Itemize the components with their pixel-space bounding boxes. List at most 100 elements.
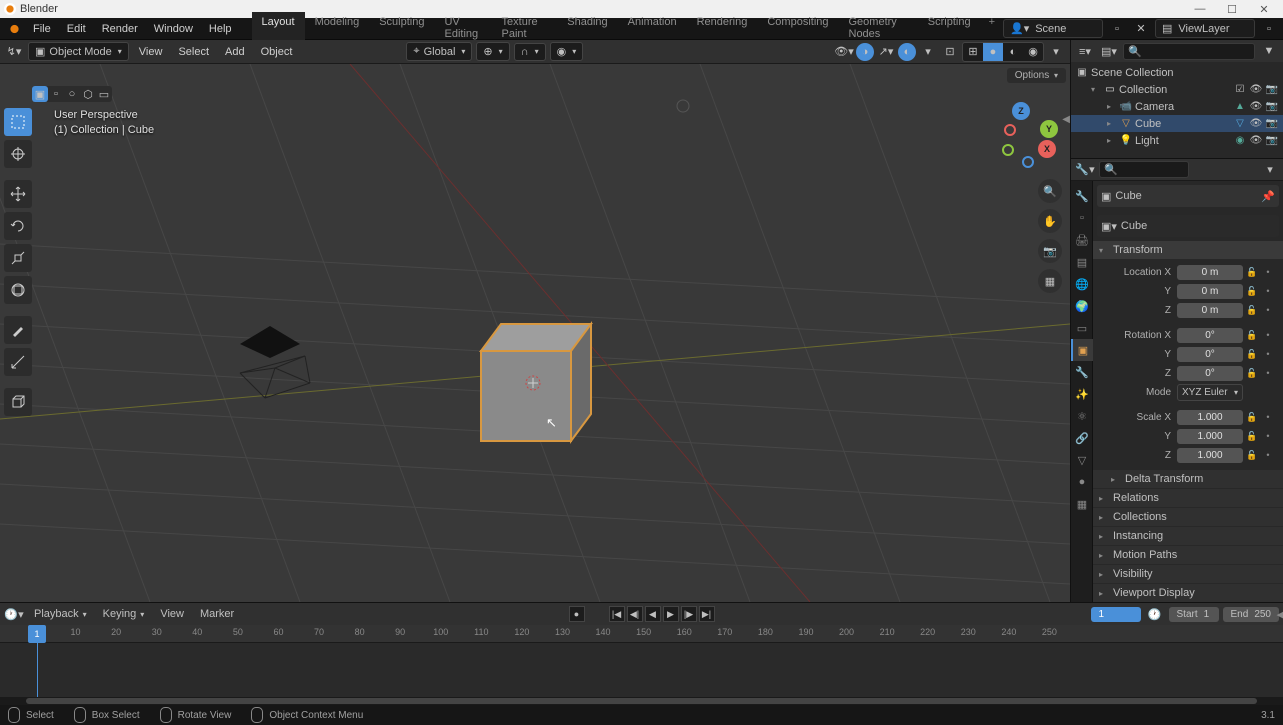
disclosure-triangle-icon[interactable]: ▸: [1107, 119, 1117, 128]
properties-editor-type-icon[interactable]: 🔧▾: [1075, 161, 1095, 179]
rotation-mode-select[interactable]: XYZ Euler▾: [1177, 384, 1243, 401]
menu-window[interactable]: Window: [146, 20, 201, 38]
preview-range-icon[interactable]: 🕐: [1145, 605, 1165, 623]
viewlayer-selector[interactable]: ▤ ViewLayer: [1155, 19, 1255, 38]
blender-icon[interactable]: [8, 22, 21, 36]
properties-search-input[interactable]: 🔍: [1099, 161, 1189, 178]
shading-solid-icon[interactable]: ●: [983, 43, 1003, 61]
play-reverse-icon[interactable]: ◀: [645, 606, 661, 622]
lock-icon[interactable]: 🔓: [1245, 347, 1259, 361]
select-mode-extend-icon[interactable]: ▭: [96, 86, 112, 102]
axis-y-icon[interactable]: Y: [1040, 120, 1058, 138]
panel-viewport-display[interactable]: ▸Viewport Display: [1093, 584, 1283, 602]
disclosure-triangle-icon[interactable]: ▾: [1091, 85, 1101, 94]
layer-new-icon[interactable]: ▫: [1259, 20, 1279, 38]
overlay-toggle-icon[interactable]: ◐: [898, 43, 916, 61]
cube-object[interactable]: ↖: [476, 319, 596, 449]
orientation-selector[interactable]: ⌖ Global ▾: [406, 42, 472, 61]
disclosure-triangle-icon[interactable]: ▸: [1107, 102, 1117, 111]
outliner-item-cube[interactable]: ▸ ▽ Cube ▽ 👁📷: [1071, 115, 1283, 132]
outliner-display-mode-icon[interactable]: ▤▾: [1099, 42, 1119, 60]
location-y-field[interactable]: 0 m: [1177, 284, 1243, 299]
snap-toggle[interactable]: ∩▾: [514, 43, 546, 61]
outliner-search-input[interactable]: 🔍: [1123, 43, 1255, 60]
shading-wireframe-icon[interactable]: ⊞: [963, 43, 983, 61]
location-z-field[interactable]: 0 m: [1177, 303, 1243, 318]
proportional-edit[interactable]: ◉▾: [550, 42, 584, 61]
shading-rendered-icon[interactable]: ◉: [1023, 43, 1043, 61]
dot-icon[interactable]: •: [1261, 284, 1275, 298]
lock-icon[interactable]: 🔓: [1245, 265, 1259, 279]
lock-icon[interactable]: 🔓: [1245, 366, 1259, 380]
timeline-playback-menu[interactable]: Playback▾: [28, 606, 93, 622]
axis-neg-z-icon[interactable]: [1022, 156, 1034, 168]
lock-icon[interactable]: 🔓: [1245, 328, 1259, 342]
scene-new-icon[interactable]: ✕: [1131, 20, 1151, 38]
dot-icon[interactable]: •: [1261, 328, 1275, 342]
jump-start-icon[interactable]: |◀: [609, 606, 625, 622]
tab-collection-icon[interactable]: ▭: [1071, 317, 1093, 339]
properties-datablock[interactable]: ▣▾ Cube: [1097, 215, 1279, 237]
select-mode-lasso-icon[interactable]: ⬡: [80, 86, 96, 102]
timeline-marker-menu[interactable]: Marker: [194, 606, 240, 622]
maximize-button[interactable]: ☐: [1225, 2, 1239, 16]
dot-icon[interactable]: •: [1261, 410, 1275, 424]
properties-options-icon[interactable]: ▾: [1260, 161, 1280, 179]
tab-tool-icon[interactable]: 🔧: [1071, 185, 1093, 207]
outliner-filter-icon[interactable]: ▼: [1259, 42, 1279, 60]
dot-icon[interactable]: •: [1261, 347, 1275, 361]
tab-texture-icon[interactable]: ▦: [1071, 493, 1093, 515]
next-keyframe-icon[interactable]: |▶: [681, 606, 697, 622]
rotation-x-field[interactable]: 0°: [1177, 328, 1243, 343]
eye-icon[interactable]: 👁: [1249, 134, 1263, 148]
overlay-dropdown-icon[interactable]: ▾: [918, 43, 938, 61]
tool-annotate[interactable]: [4, 316, 32, 344]
jump-end-icon[interactable]: ▶|: [699, 606, 715, 622]
lock-icon[interactable]: 🔓: [1245, 284, 1259, 298]
tab-particles-icon[interactable]: ✨: [1071, 383, 1093, 405]
vp-menu-view[interactable]: View: [133, 43, 169, 61]
gizmo-toggle-icon[interactable]: ◑: [856, 43, 874, 61]
tab-material-icon[interactable]: ●: [1071, 471, 1093, 493]
lock-icon[interactable]: 🔓: [1245, 410, 1259, 424]
tab-viewlayer-icon[interactable]: ▤: [1071, 251, 1093, 273]
viewport-options-popover[interactable]: Options ▾: [1007, 68, 1066, 83]
play-icon[interactable]: ▶: [663, 606, 679, 622]
axis-neg-y-icon[interactable]: [1002, 144, 1014, 156]
gizmo-arrow-icon[interactable]: ↗▾: [876, 43, 896, 61]
viewport-3d[interactable]: Options ▾ ▣ ▫ ○ ⬡ ▭ User Perspective (1)…: [0, 64, 1070, 602]
prev-keyframe-icon[interactable]: ◀|: [627, 606, 643, 622]
lock-icon[interactable]: 🔓: [1245, 429, 1259, 443]
tab-object-icon[interactable]: ▣: [1071, 339, 1093, 361]
autokey-toggle-icon[interactable]: ●: [569, 606, 585, 622]
rotation-z-field[interactable]: 0°: [1177, 366, 1243, 381]
tool-move[interactable]: [4, 180, 32, 208]
eye-icon[interactable]: 👁: [1249, 83, 1263, 97]
timeline-ruler[interactable]: 1 10203040506070809010011012013014015016…: [0, 625, 1283, 643]
tool-rotate[interactable]: [4, 212, 32, 240]
eye-icon[interactable]: 👁: [1249, 100, 1263, 114]
render-icon[interactable]: 📷: [1265, 117, 1279, 131]
scale-x-field[interactable]: 1.000: [1177, 410, 1243, 425]
menu-file[interactable]: File: [25, 20, 59, 38]
tab-constraints-icon[interactable]: 🔗: [1071, 427, 1093, 449]
pan-icon[interactable]: ✋: [1038, 209, 1062, 233]
dot-icon[interactable]: •: [1261, 448, 1275, 462]
xray-toggle-icon[interactable]: ⊡: [940, 43, 960, 61]
timeline-scrollbar[interactable]: [0, 697, 1283, 705]
timeline-collapse-icon[interactable]: ◀: [1277, 608, 1283, 621]
scene-selector[interactable]: 👤▾ Scene: [1003, 19, 1103, 38]
tool-scale[interactable]: [4, 244, 32, 272]
panel-relations[interactable]: ▸Relations: [1093, 489, 1283, 507]
eye-icon[interactable]: 👁: [1249, 117, 1263, 131]
tab-world-icon[interactable]: 🌍: [1071, 295, 1093, 317]
tool-select-box[interactable]: [4, 108, 32, 136]
dot-icon[interactable]: •: [1261, 429, 1275, 443]
outliner-scene-collection[interactable]: ▣ Scene Collection: [1071, 64, 1283, 81]
tool-transform[interactable]: [4, 276, 32, 304]
visibility-icon[interactable]: 👁▾: [834, 43, 854, 61]
current-frame-field[interactable]: 1: [1091, 607, 1141, 622]
rotation-y-field[interactable]: 0°: [1177, 347, 1243, 362]
dot-icon[interactable]: •: [1261, 303, 1275, 317]
panel-instancing[interactable]: ▸Instancing: [1093, 527, 1283, 545]
